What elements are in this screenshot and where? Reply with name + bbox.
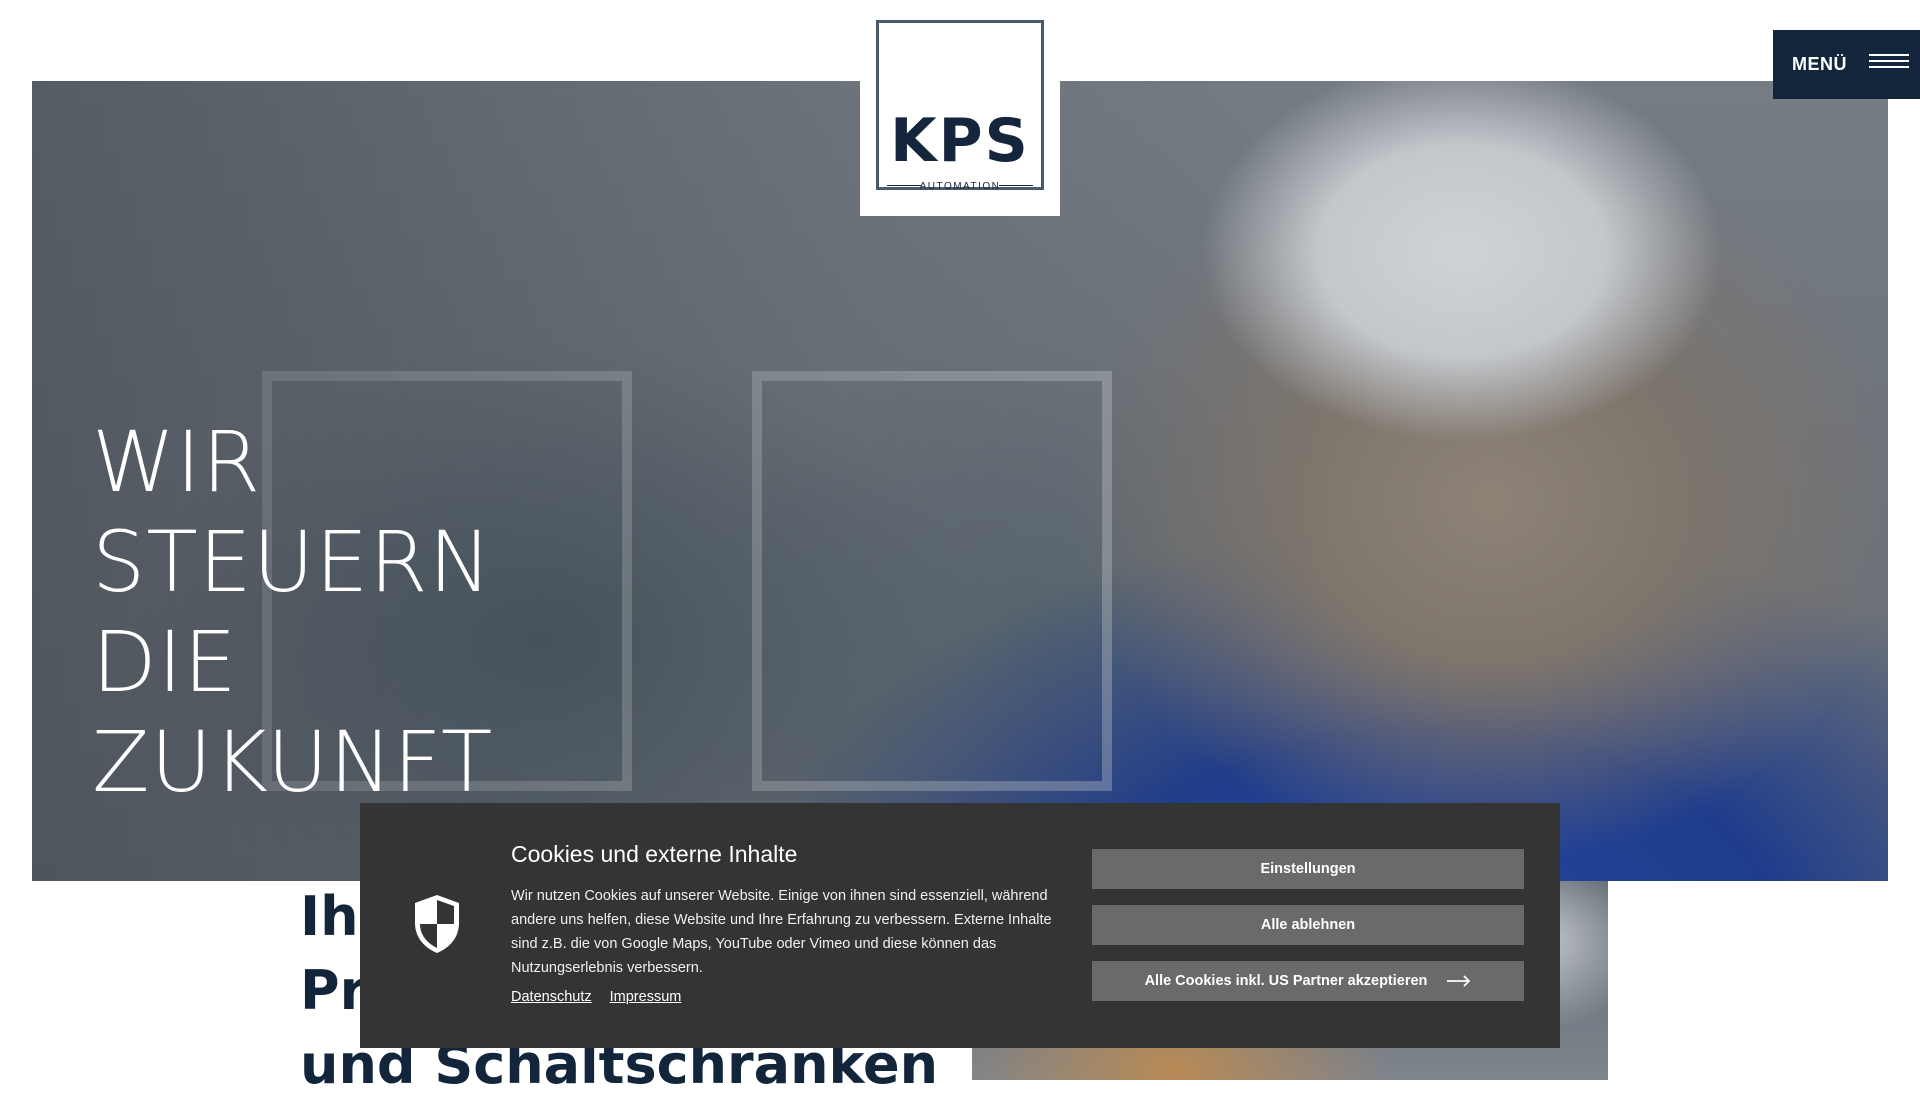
site-logo[interactable]: KPS AUTOMATION	[860, 0, 1060, 216]
cookie-links: Datenschutz Impressum	[511, 989, 695, 1005]
privacy-link[interactable]: Datenschutz	[511, 989, 592, 1005]
shield-icon	[415, 895, 459, 953]
accept-all-label: Alle Cookies inkl. US Partner akzeptiere…	[1144, 973, 1428, 989]
accept-all-button[interactable]: Alle Cookies inkl. US Partner akzeptiere…	[1092, 961, 1524, 1001]
hero-headline-line: ZUKUNFT	[92, 713, 494, 811]
menu-button[interactable]: MENÜ	[1773, 30, 1920, 99]
cookie-banner: Cookies und externe Inhalte Wir nutzen C…	[360, 803, 1560, 1048]
menu-label: MENÜ	[1792, 54, 1847, 74]
logo-divider	[999, 185, 1033, 186]
hero-headline-line: DIE	[92, 613, 238, 711]
hero-headline-line: WIR	[92, 413, 262, 511]
cookie-settings-button[interactable]: Einstellungen	[1092, 849, 1524, 889]
cookie-settings-label: Einstellungen	[1260, 861, 1356, 877]
hero-headline: WIR STEUERN DIE ZUKUNFT	[92, 412, 493, 812]
logo-frame: KPS AUTOMATION	[876, 20, 1044, 192]
imprint-link[interactable]: Impressum	[610, 989, 682, 1005]
hero-headline-line: STEUERN	[92, 513, 493, 611]
logo-wordmark: KPS	[890, 106, 1030, 176]
hamburger-icon	[1869, 54, 1909, 74]
reject-all-label: Alle ablehnen	[1260, 917, 1356, 933]
arrow-right-icon	[1447, 975, 1471, 987]
reject-all-button[interactable]: Alle ablehnen	[1092, 905, 1524, 945]
cookie-description: Wir nutzen Cookies auf unserer Website. …	[511, 888, 1052, 976]
logo-subtitle: AUTOMATION	[919, 181, 1001, 192]
cookie-title: Cookies und externe Inhalte	[511, 841, 798, 867]
